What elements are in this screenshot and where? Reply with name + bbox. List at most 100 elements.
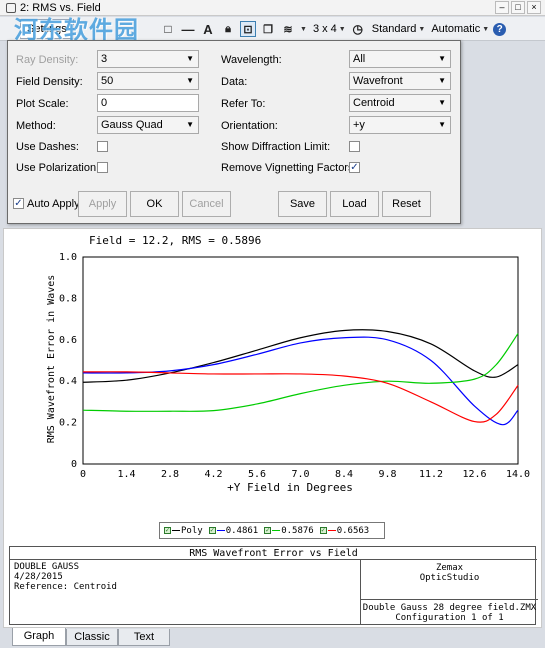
x-tick-label: 8.4 (335, 469, 353, 480)
layers-dropdown-icon[interactable]: ▼ (300, 26, 307, 33)
fit-view-icon[interactable]: ⊡ (240, 21, 256, 37)
ray-density-select[interactable]: 3 ▼ (97, 50, 199, 68)
settings-panel: Ray Density: 3 ▼ Field Density: 50 ▼ Plot … (7, 40, 461, 224)
info-title: RMS Wavefront Error vs Field (10, 547, 537, 560)
remove-vignetting-checkbox[interactable]: ✓ (349, 162, 360, 173)
orientation-label: Orientation: (221, 120, 278, 132)
show-diffraction-label: Show Diffraction Limit: (221, 141, 331, 153)
load-button[interactable]: Load (330, 191, 379, 217)
field-density-select[interactable]: 50 ▼ (97, 72, 199, 90)
x-tick-label: 12.6 (462, 469, 486, 480)
info-right-line-4: Configuration 1 of 1 (395, 613, 504, 623)
legend-item-5876[interactable]: ✓ 0.5876 (264, 526, 314, 536)
settings-button[interactable]: Settings (20, 18, 74, 39)
info-line-1: DOUBLE GAUSS (14, 562, 80, 572)
refer-to-select[interactable]: Centroid ▼ (349, 94, 451, 112)
x-tick-label: 5.6 (248, 469, 266, 480)
info-right: Zemax OpticStudio Double Gauss 28 degree… (360, 560, 538, 624)
data-select[interactable]: Wavefront ▼ (349, 72, 451, 90)
toolbar: Settings □ — A 🔒︎ ⊡ ❐ ≋ ▼ 3 x 4 ▼ ◷ Stand… (0, 17, 545, 41)
rms-chart: 0 1.4 2.8 4.2 5.6 7.0 8.4 9.8 11.2 12.6 14.0 0 0.2 0.… (46, 252, 530, 494)
plot-scale-label: Plot Scale: (16, 98, 69, 110)
bottom-tabs: Graph Classic Text (0, 628, 545, 648)
layers-icon[interactable]: ≋ (280, 21, 296, 37)
use-dashes-checkbox[interactable] (97, 141, 108, 152)
info-right-line-2: OpticStudio (419, 573, 480, 583)
layout-dropdown[interactable]: 3 x 4 ▼ (313, 23, 346, 35)
info-line-2: 4/28/2015 (14, 572, 63, 582)
apply-button[interactable]: Apply (78, 191, 127, 217)
use-polarization-checkbox[interactable] (97, 162, 108, 173)
y-tick-label: 0.4 (59, 376, 77, 387)
graph-area: Field = 12.2, RMS = 0.5896 0 1.4 2.8 4.2 5.6… (3, 228, 542, 628)
legend-item-6563[interactable]: ✓ 0.6563 (319, 526, 369, 536)
legend-item-poly[interactable]: ✓ Poly (164, 526, 203, 536)
y-tick-label: 0.6 (59, 335, 77, 346)
chart-legend: ✓ Poly ✓ 0.4861 ✓ 0.5876 ✓ 0.6563 (159, 522, 385, 539)
info-right-line-3: Double Gauss 28 degree field.ZMX (362, 603, 537, 613)
orientation-select[interactable]: +y ▼ (349, 116, 451, 134)
line-tool-icon[interactable]: — (180, 21, 196, 37)
info-right-top: Zemax OpticStudio (361, 560, 538, 600)
ok-button[interactable]: OK (130, 191, 179, 217)
use-dashes-label: Use Dashes: (16, 141, 79, 153)
ray-density-label: Ray Density: (16, 54, 79, 66)
auto-apply-checkbox[interactable]: ✓ (13, 198, 24, 209)
x-tick-label: 11.2 (419, 469, 443, 480)
info-right-bottom: Double Gauss 28 degree field.ZMX Configu… (361, 601, 538, 623)
tab-graph[interactable]: Graph (12, 628, 66, 646)
minimize-icon[interactable]: – (495, 1, 509, 14)
window-title: 2: RMS vs. Field (20, 1, 101, 14)
y-tick-label: 0.8 (59, 293, 77, 304)
chart-axes: 0 1.4 2.8 4.2 5.6 7.0 8.4 9.8 11.2 12.6 14.0 0 0.2 0.… (59, 252, 530, 480)
tab-classic[interactable]: Classic (66, 629, 118, 646)
info-left: DOUBLE GAUSS 4/28/2015 Reference: Centro… (14, 562, 117, 592)
automatic-dropdown[interactable]: Automatic ▼ (431, 23, 489, 35)
maximize-icon[interactable]: □ (511, 1, 525, 14)
method-select[interactable]: Gauss Quad ▼ (97, 116, 199, 134)
wavelength-label: Wavelength: (221, 54, 282, 66)
y-tick-label: 0 (71, 459, 77, 470)
x-axis-label: +Y Field in Degrees (227, 481, 353, 494)
y-tick-label: 1.0 (59, 252, 77, 263)
x-tick-label: 0 (80, 469, 86, 480)
window-icon (6, 2, 16, 13)
x-tick-label: 9.8 (378, 469, 396, 480)
x-tick-label: 2.8 (161, 469, 179, 480)
use-polarization-label: Use Polarization: (16, 162, 100, 174)
window-controls: – □ × (495, 1, 541, 14)
toolbar-icons: □ — A 🔒︎ ⊡ ❐ ≋ ▼ 3 x 4 ▼ ◷ Standard ▼ Auto… (160, 19, 507, 39)
info-line-3: Reference: Centroid (14, 582, 117, 592)
data-label: Data: (221, 76, 248, 88)
reset-button[interactable]: Reset (382, 191, 431, 217)
tab-text[interactable]: Text (118, 629, 170, 646)
standard-dropdown[interactable]: Standard ▼ (372, 23, 426, 35)
x-tick-label: 14.0 (506, 469, 530, 480)
show-diffraction-checkbox[interactable] (349, 141, 360, 152)
x-tick-label: 4.2 (204, 469, 222, 480)
info-box: RMS Wavefront Error vs Field DOUBLE GAUS… (9, 546, 538, 625)
title-bar: 2: RMS vs. Field – □ × (0, 0, 545, 16)
x-tick-label: 7.0 (291, 469, 309, 480)
method-label: Method: (16, 120, 56, 132)
plot-scale-input[interactable]: 0 (97, 94, 199, 112)
auto-apply-label: Auto Apply (27, 198, 80, 210)
info-right-line-1: Zemax (435, 563, 464, 573)
wavelength-select[interactable]: All ▼ (349, 50, 451, 68)
close-icon[interactable]: × (527, 1, 541, 14)
copy-icon[interactable]: ❐ (260, 21, 276, 37)
help-icon[interactable]: ? (493, 22, 507, 36)
refer-to-label: Refer To: (221, 98, 266, 110)
cancel-button[interactable]: Cancel (182, 191, 231, 217)
y-tick-label: 0.2 (59, 418, 77, 429)
lock-icon[interactable]: 🔒︎ (220, 21, 236, 37)
save-button[interactable]: Save (278, 191, 327, 217)
text-tool-icon[interactable]: A (200, 21, 216, 37)
y-axis-label: RMS Wavefront Error in Waves (46, 275, 57, 444)
legend-item-4861[interactable]: ✓ 0.4861 (208, 526, 258, 536)
field-density-label: Field Density: (16, 76, 83, 88)
clock-icon[interactable]: ◷ (350, 21, 366, 37)
plot-frame (82, 256, 519, 465)
rectangle-tool-icon[interactable]: □ (160, 21, 176, 37)
remove-vignetting-label: Remove Vignetting Factors: (221, 162, 357, 174)
